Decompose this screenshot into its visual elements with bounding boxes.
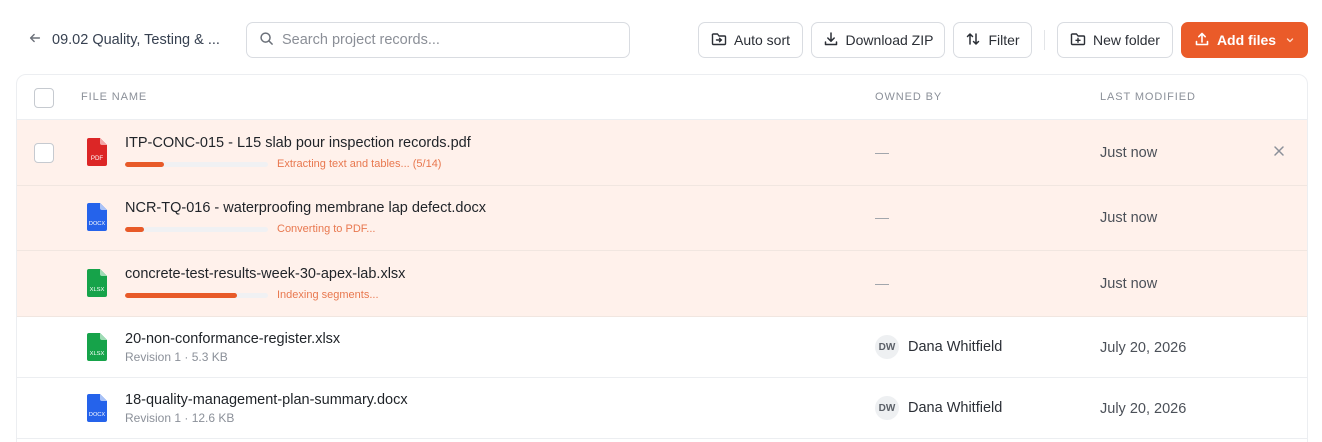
owner-name: Dana Whitfield: [908, 339, 1003, 355]
search-icon: [259, 31, 274, 49]
breadcrumb[interactable]: 09.02 Quality, Testing & ...: [28, 30, 220, 50]
upload-status: Extracting text and tables... (5/14): [277, 158, 442, 170]
toolbar-divider: [1044, 30, 1045, 50]
progress-fill: [125, 293, 237, 298]
last-modified: Just now: [1100, 210, 1158, 226]
close-icon[interactable]: [1271, 143, 1287, 159]
owner: DW Dana Whitfield: [875, 396, 1002, 420]
owner-empty: —: [875, 144, 889, 160]
download-zip-button[interactable]: Download ZIP: [811, 22, 945, 58]
download-zip-label: Download ZIP: [845, 32, 934, 48]
owner-name: Dana Whitfield: [908, 400, 1003, 416]
svg-text:DOCX: DOCX: [89, 412, 105, 418]
file-name[interactable]: 20-non-conformance-register.xlsx: [125, 331, 340, 347]
last-modified: Just now: [1100, 276, 1158, 292]
xlsx-file-icon: XLSX: [87, 333, 107, 361]
file-name[interactable]: 18-quality-management-plan-summary.docx: [125, 392, 408, 408]
avatar: DW: [875, 396, 899, 420]
download-icon: [823, 31, 839, 50]
file-name[interactable]: concrete-test-results-week-30-apex-lab.x…: [125, 266, 405, 282]
filter-button[interactable]: Filter: [953, 22, 1032, 58]
owner: DW Dana Whitfield: [875, 335, 1002, 359]
docx-file-icon: DOCX: [87, 394, 107, 422]
add-files-label: Add files: [1216, 32, 1277, 48]
upload-icon: [1194, 31, 1210, 50]
upload-progress-bar: [125, 293, 268, 298]
folder-plus-icon: [1070, 31, 1086, 50]
progress-fill: [125, 162, 164, 167]
table-row[interactable]: XLSX 20-non-conformance-register.xlsx Re…: [17, 317, 1307, 378]
uploading-row[interactable]: XLSX concrete-test-results-week-30-apex-…: [17, 251, 1307, 317]
uploading-row[interactable]: PDF ITP-CONC-015 - L15 slab pour inspect…: [17, 120, 1307, 186]
upload-progress-bar: [125, 227, 268, 232]
table-header: FILE NAME OWNED BY LAST MODIFIED: [17, 75, 1307, 120]
file-table: FILE NAME OWNED BY LAST MODIFIED PDF ITP…: [16, 74, 1308, 442]
search-box[interactable]: [246, 22, 630, 58]
folder-sort-icon: [711, 31, 727, 50]
owner-empty: —: [875, 275, 889, 291]
auto-sort-label: Auto sort: [733, 32, 791, 48]
file-name[interactable]: ITP-CONC-015 - L15 slab pour inspection …: [125, 135, 471, 151]
last-modified: July 20, 2026: [1100, 340, 1187, 356]
last-modified: Just now: [1100, 145, 1158, 161]
svg-text:PDF: PDF: [91, 155, 104, 162]
svg-text:XLSX: XLSX: [90, 351, 105, 357]
new-folder-label: New folder: [1093, 32, 1160, 48]
chevron-down-icon[interactable]: [1283, 32, 1295, 48]
xlsx-file-icon: XLSX: [87, 269, 107, 297]
svg-text:XLSX: XLSX: [90, 287, 105, 293]
column-header-owned-by[interactable]: OWNED BY: [875, 91, 942, 103]
last-modified: July 20, 2026: [1100, 401, 1187, 417]
uploading-row[interactable]: DOCX NCR-TQ-016 - waterproofing membrane…: [17, 186, 1307, 251]
column-header-last-modified[interactable]: LAST MODIFIED: [1100, 91, 1196, 103]
progress-fill: [125, 227, 144, 232]
upload-progress-bar: [125, 162, 268, 167]
column-header-file-name[interactable]: FILE NAME: [81, 91, 147, 103]
svg-text:DOCX: DOCX: [89, 221, 105, 227]
file-name[interactable]: NCR-TQ-016 - waterproofing membrane lap …: [125, 200, 486, 216]
arrow-left-icon[interactable]: [28, 31, 42, 49]
upload-status: Indexing segments...: [277, 289, 379, 301]
docx-file-icon: DOCX: [87, 203, 107, 231]
owner-empty: —: [875, 209, 889, 225]
avatar: DW: [875, 335, 899, 359]
file-meta: Revision 1 · 12.6 KB: [125, 411, 235, 425]
table-row[interactable]: DOCX 18-quality-management-plan-summary.…: [17, 378, 1307, 439]
toolbar: 09.02 Quality, Testing & ... Auto sort D…: [0, 0, 1322, 75]
filter-label: Filter: [988, 32, 1020, 48]
breadcrumb-label[interactable]: 09.02 Quality, Testing & ...: [52, 32, 220, 48]
select-all-checkbox[interactable]: [34, 88, 54, 108]
row-checkbox[interactable]: [34, 143, 54, 163]
search-input[interactable]: [282, 32, 602, 48]
sort-arrows-icon: [965, 31, 981, 50]
new-folder-button[interactable]: New folder: [1057, 22, 1173, 58]
upload-status: Converting to PDF...: [277, 223, 376, 235]
file-meta: Revision 1 · 5.3 KB: [125, 350, 228, 364]
auto-sort-button[interactable]: Auto sort: [698, 22, 803, 58]
pdf-file-icon: PDF: [87, 138, 107, 166]
add-files-button[interactable]: Add files: [1181, 22, 1308, 58]
